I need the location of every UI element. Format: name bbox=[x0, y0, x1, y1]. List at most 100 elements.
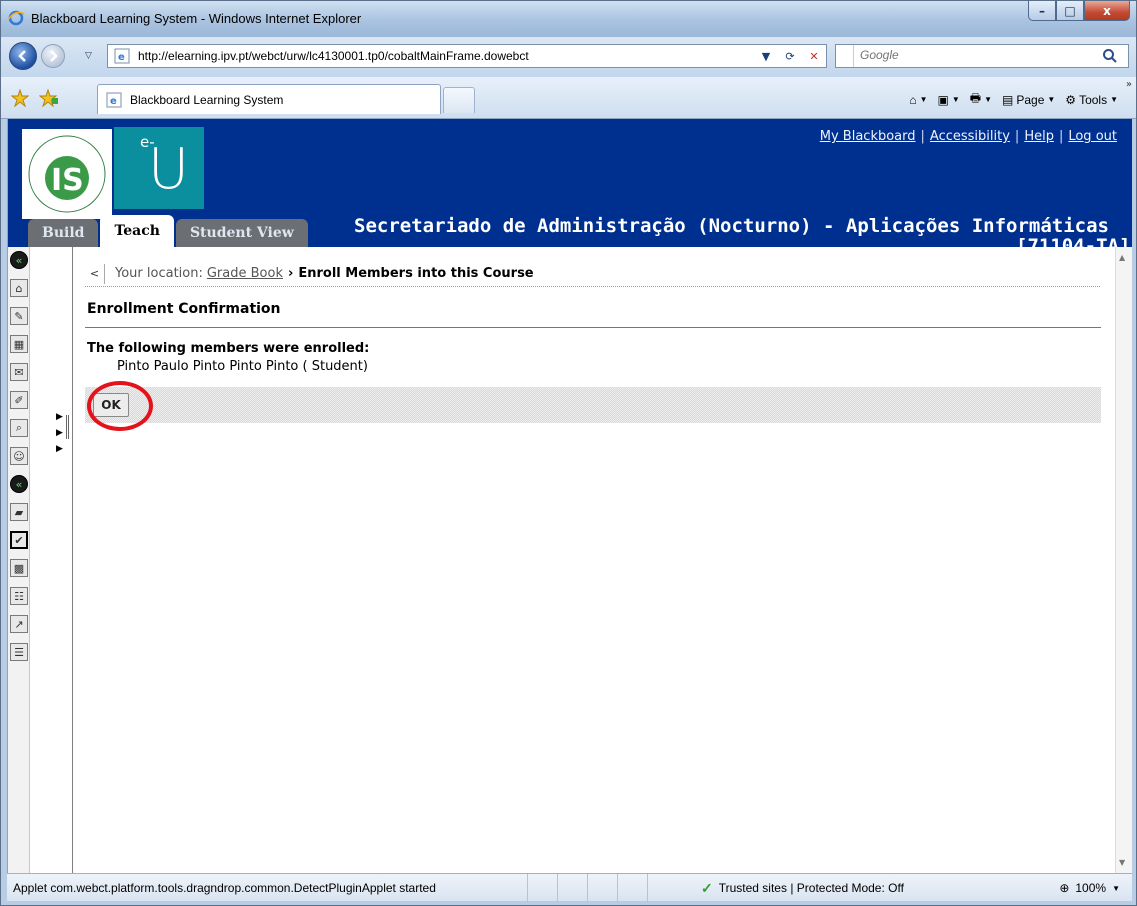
tools-icon[interactable]: ✎ bbox=[10, 307, 28, 325]
home-button[interactable]: ⌂ ▼ bbox=[909, 93, 927, 107]
favorites-star-icon[interactable] bbox=[11, 89, 29, 107]
title-bar: Blackboard Learning System - Windows Int… bbox=[1, 1, 1136, 37]
zoom-dropdown-icon[interactable]: ▼ bbox=[1112, 884, 1120, 893]
log-out-link[interactable]: Log out bbox=[1068, 129, 1117, 144]
institution-logo: IS bbox=[22, 129, 112, 219]
ipv-seal-icon: IS bbox=[28, 135, 106, 213]
assessments-icon[interactable]: ▩ bbox=[10, 559, 28, 577]
browser-window: Blackboard Learning System - Windows Int… bbox=[0, 0, 1137, 906]
action-bar: OK bbox=[85, 381, 1101, 431]
scroll-down-icon[interactable]: ▼ bbox=[1119, 858, 1125, 867]
feeds-button[interactable]: ▣ ▼ bbox=[937, 93, 959, 107]
print-button[interactable]: 🖶 ▼ bbox=[970, 89, 992, 110]
highlight-ring bbox=[87, 381, 153, 431]
breadcrumb-separator: › bbox=[287, 266, 294, 281]
grade-book-icon[interactable]: ✔ bbox=[10, 531, 28, 549]
back-button[interactable] bbox=[9, 42, 37, 70]
url-text[interactable]: http://elearning.ipv.pt/webct/urw/lc4130… bbox=[138, 49, 529, 63]
maximize-button[interactable]: □ bbox=[1056, 1, 1084, 21]
calendar-icon[interactable]: ▦ bbox=[10, 335, 28, 353]
header-links: My Blackboard | Accessibility | Help | Log out bbox=[819, 129, 1117, 144]
gear-icon: ⚙ bbox=[1065, 92, 1077, 107]
course-title: Secretariado de Administração (Nocturno)… bbox=[354, 215, 1109, 237]
tab-teach[interactable]: Teach bbox=[100, 215, 174, 247]
search-icon[interactable] bbox=[1102, 48, 1118, 64]
address-bar[interactable]: e http://elearning.ipv.pt/webct/urw/lc41… bbox=[107, 44, 827, 68]
course-content-icon[interactable]: ▰ bbox=[10, 503, 28, 521]
pushpin-icon[interactable]: ✐ bbox=[10, 391, 28, 409]
zone-text: Trusted sites | Protected Mode: Off bbox=[718, 881, 904, 895]
roster-icon[interactable]: ☺ bbox=[10, 447, 28, 465]
blackboard-header: IS e- U My Blackboard | Accessibility | Help… bbox=[8, 119, 1132, 247]
tracking-icon[interactable]: ↗ bbox=[10, 615, 28, 633]
status-pane bbox=[557, 874, 587, 902]
my-blackboard-link[interactable]: My Blackboard bbox=[820, 129, 916, 144]
scroll-up-icon[interactable]: ▲ bbox=[1119, 253, 1125, 262]
zoom-level: 100% bbox=[1075, 881, 1107, 895]
enrolled-member: Pinto Paulo Pinto Pinto Pinto ( Student) bbox=[117, 359, 368, 374]
breadcrumb-prefix: Your location: bbox=[115, 266, 203, 281]
tab-label: Blackboard Learning System bbox=[130, 92, 284, 107]
ie-page-icon: e bbox=[114, 48, 130, 64]
close-button[interactable]: x bbox=[1084, 1, 1130, 21]
toolbar-resize-grip[interactable] bbox=[66, 415, 69, 439]
forward-button[interactable] bbox=[41, 44, 65, 68]
page-icon: ▤ bbox=[1002, 92, 1014, 107]
accessibility-link[interactable]: Accessibility bbox=[930, 129, 1010, 144]
search-icon[interactable]: ⌕ bbox=[10, 419, 28, 437]
page-menu[interactable]: ▤ Page ▼ bbox=[1002, 93, 1055, 107]
address-dropdown-icon[interactable]: ▼ bbox=[756, 46, 776, 66]
breadcrumb: < Your location: Grade Book › Enroll Mem… bbox=[85, 261, 1100, 287]
browser-tab[interactable]: e Blackboard Learning System bbox=[97, 84, 441, 114]
tab-student-view[interactable]: Student View bbox=[175, 219, 308, 247]
status-pane bbox=[527, 874, 557, 902]
toolbar-expand-handle[interactable]: ▶ ▶ ▶ bbox=[56, 409, 63, 457]
chat-icon[interactable]: ✉ bbox=[10, 363, 28, 381]
enrolled-heading: The following members were enrolled: bbox=[87, 341, 370, 356]
minimize-button[interactable]: – bbox=[1028, 1, 1056, 21]
navigation-bar: ▽ e http://elearning.ipv.pt/webct/urw/lc… bbox=[1, 37, 1136, 77]
stop-icon[interactable]: ✕ bbox=[804, 46, 824, 66]
tools-menu[interactable]: ⚙ Tools ▼ bbox=[1065, 93, 1118, 107]
recent-pages-dropdown[interactable]: ▽ bbox=[85, 51, 92, 61]
new-tab-button[interactable] bbox=[443, 87, 475, 113]
breadcrumb-link-grade-book[interactable]: Grade Book bbox=[207, 266, 283, 281]
chevron-left-icon[interactable]: < bbox=[85, 263, 105, 284]
vertical-scrollbar[interactable]: ▲ ▼ bbox=[1115, 247, 1132, 873]
rss-icon: ▣ bbox=[937, 92, 949, 107]
tab-build[interactable]: Build bbox=[28, 219, 99, 247]
ie-logo-icon bbox=[8, 10, 25, 26]
more-commands-icon[interactable]: » bbox=[1126, 79, 1132, 90]
search-input[interactable] bbox=[860, 48, 1090, 62]
file-manager-icon[interactable]: ☰ bbox=[10, 643, 28, 661]
refresh-icon[interactable]: ⟳ bbox=[780, 46, 800, 66]
title-divider bbox=[85, 327, 1101, 328]
security-zone[interactable]: ✓ Trusted sites | Protected Mode: Off bbox=[701, 881, 904, 895]
svg-text:e: e bbox=[118, 52, 125, 63]
search-provider-divider bbox=[836, 45, 854, 67]
collapse-toolbar-icon[interactable]: « bbox=[10, 251, 28, 269]
checkmark-icon: ✓ bbox=[701, 880, 713, 896]
eu-logo: e- U bbox=[114, 127, 204, 209]
zoom-control[interactable]: ⊕ 100% ▼ bbox=[1059, 881, 1120, 895]
add-favorite-icon[interactable] bbox=[39, 89, 59, 107]
status-panes bbox=[527, 874, 677, 902]
status-bar: Applet com.webct.platform.tools.dragndro… bbox=[7, 873, 1132, 902]
search-box[interactable] bbox=[835, 44, 1129, 68]
status-pane bbox=[587, 874, 617, 902]
status-text: Applet com.webct.platform.tools.dragndro… bbox=[13, 881, 436, 895]
home-icon: ⌂ bbox=[909, 92, 917, 107]
svg-text:IS: IS bbox=[51, 163, 84, 198]
help-link[interactable]: Help bbox=[1024, 129, 1054, 144]
ie-page-icon: e bbox=[106, 92, 122, 107]
collapse-section-icon[interactable]: « bbox=[10, 475, 28, 493]
groups-icon[interactable]: ☷ bbox=[10, 587, 28, 605]
status-pane bbox=[647, 874, 677, 902]
svg-text:e: e bbox=[110, 96, 117, 107]
printer-icon: 🖶 bbox=[969, 91, 982, 105]
back-arrow-icon bbox=[18, 50, 26, 62]
window-title: Blackboard Learning System - Windows Int… bbox=[31, 11, 362, 26]
page-viewport: IS e- U My Blackboard | Accessibility | Help… bbox=[7, 119, 1132, 873]
breadcrumb-current: Enroll Members into this Course bbox=[298, 266, 534, 281]
home-icon[interactable]: ⌂ bbox=[10, 279, 28, 297]
